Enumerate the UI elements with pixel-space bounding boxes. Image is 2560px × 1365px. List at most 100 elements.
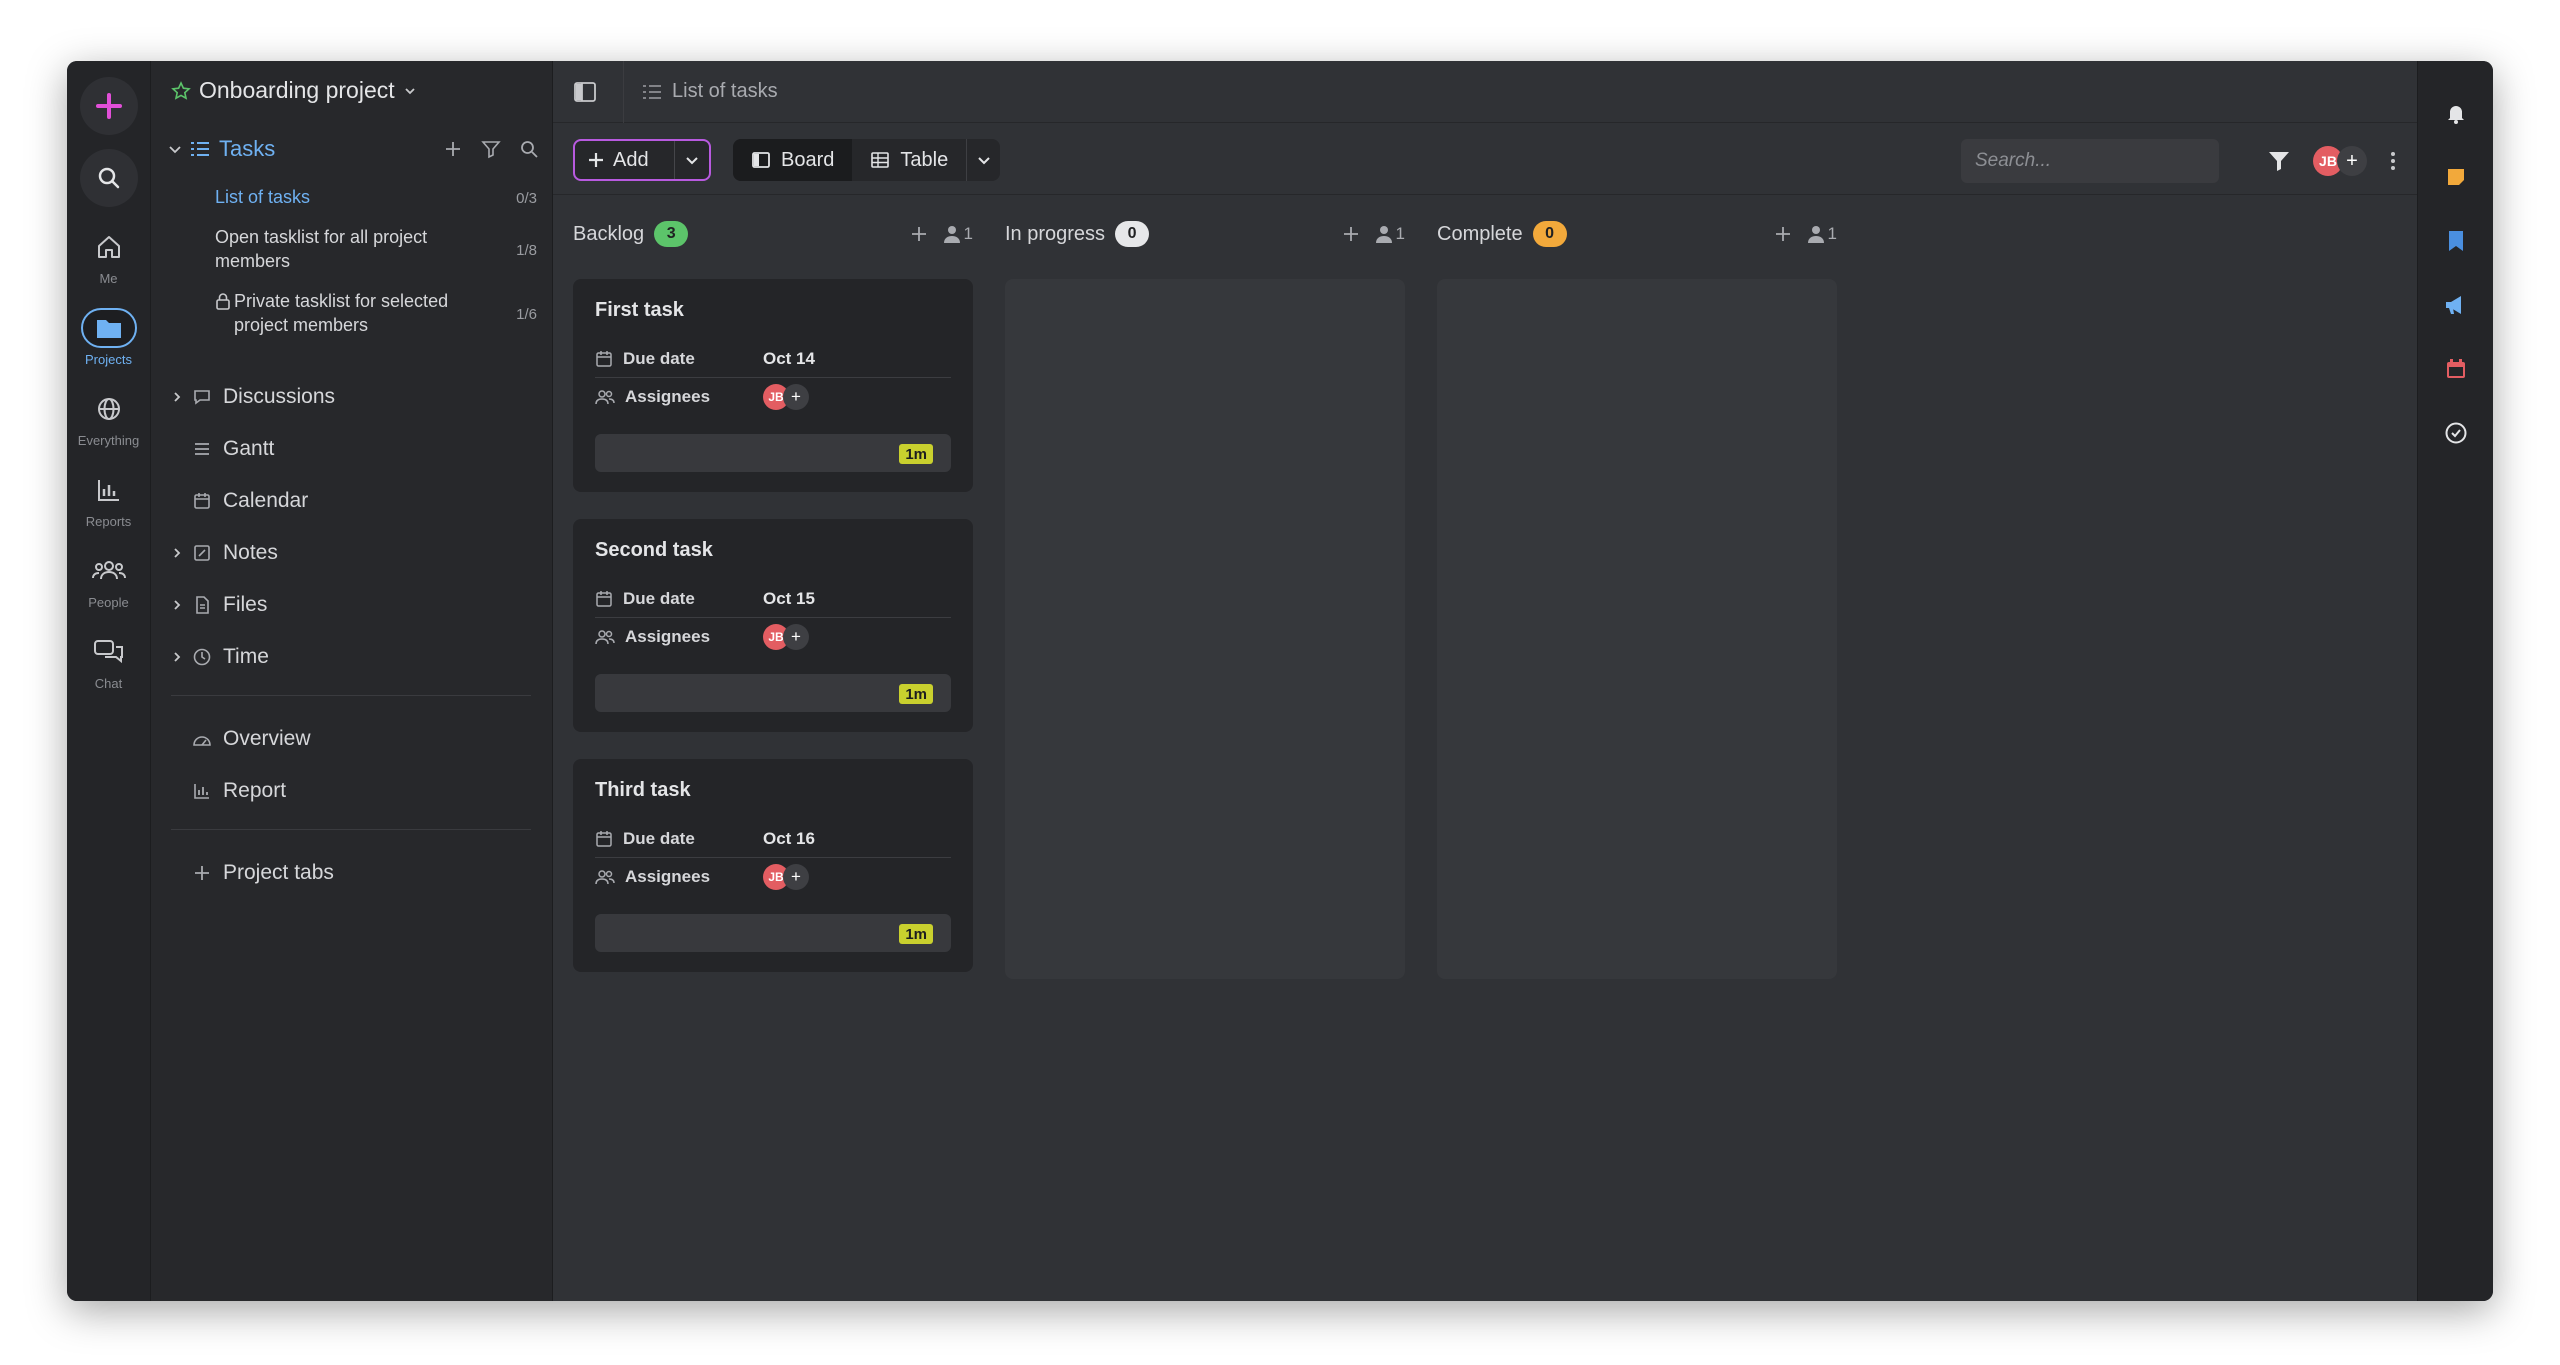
tasks-section[interactable]: Tasks [167,136,539,162]
rail-label: Everything [77,433,140,448]
board-label: Board [781,148,835,171]
board-view-button[interactable]: Board [733,139,853,181]
user-icon [943,226,960,243]
column-members[interactable]: 1 [1807,224,1837,244]
chevron-down-icon [686,157,698,165]
rail-item-people[interactable]: People [67,545,151,610]
due-date-row[interactable]: Due date Oct 15 [595,580,951,618]
rail-label: Me [99,271,118,286]
filter-icon[interactable] [2267,149,2291,173]
due-date-row[interactable]: Due date Oct 14 [595,340,951,378]
bookmarks-button[interactable] [2446,209,2466,273]
field-label: Assignees [625,387,711,406]
notifications-button[interactable] [2444,81,2468,145]
timer-button[interactable] [2444,401,2468,465]
add-task-button[interactable]: Add [575,141,675,179]
bar-chart-icon [194,784,209,799]
rail-item-projects[interactable]: Projects [67,302,151,367]
search-input[interactable]: Search... [1961,139,2219,183]
people-icon [595,870,615,885]
toolbar: Add Board Table Search... JB + [553,123,2417,195]
view-dropdown[interactable] [966,139,1000,181]
divider [171,829,531,830]
nav-discussions[interactable]: Discussions [167,379,539,415]
add-assignee-button[interactable]: + [783,624,809,650]
add-assignee-button[interactable]: + [783,864,809,890]
task-title[interactable]: Third task [595,779,951,802]
user-icon [1375,226,1392,243]
rail-item-everything[interactable]: Everything [67,383,151,448]
rail-item-chat[interactable]: Chat [67,626,151,691]
add-project-tab[interactable]: Project tabs [167,855,539,891]
nav-label: Notes [223,541,278,564]
task-card[interactable]: Third task Due date Oct 16 Assignees JB … [573,759,973,972]
more-vertical-icon[interactable] [2389,149,2397,173]
nav-overview[interactable]: Overview [167,721,539,757]
time-chip: 1m [899,684,933,704]
project-selector[interactable]: Onboarding project [171,77,417,104]
search-icon[interactable] [519,139,539,159]
global-search-button[interactable] [79,149,138,207]
calendar-button[interactable] [2445,337,2467,401]
task-card[interactable]: First task Due date Oct 14 Assignees JB … [573,279,973,492]
assignees-row[interactable]: Assignees JB + [595,618,951,656]
add-assignee-button[interactable]: + [783,384,809,410]
column-members[interactable]: 1 [1375,224,1405,244]
filter-icon[interactable] [481,139,501,159]
add-task-icon[interactable] [1342,225,1360,243]
task-card[interactable]: Second task Due date Oct 15 Assignees JB… [573,519,973,732]
rail-item-reports[interactable]: Reports [67,464,151,529]
tasklist-open[interactable]: Open tasklist for all project members 1/… [215,225,551,273]
calendar-icon [596,350,612,367]
rail-item-me[interactable]: Me [67,221,151,286]
add-task-icon[interactable] [1774,225,1792,243]
task-title[interactable]: Second task [595,539,951,562]
nav-gantt[interactable]: Gantt [167,431,539,467]
members-group[interactable]: JB + [2313,146,2367,176]
column-members[interactable]: 1 [943,224,973,244]
home-icon [97,236,120,258]
notes-icon [194,545,210,561]
folder-icon [96,320,121,338]
calendar-icon [2446,359,2465,378]
breadcrumb-text: List of tasks [672,80,778,102]
tasks-label: Tasks [219,136,276,161]
time-tracker[interactable]: 1m [595,674,951,712]
members-count: 1 [1395,224,1405,243]
table-label: Table [900,148,949,171]
task-title[interactable]: First task [595,299,951,322]
announcements-button[interactable] [2443,273,2469,337]
add-button[interactable]: Add [573,139,711,181]
tasklist-name: Open tasklist for all project members [215,227,428,271]
add-tasklist-icon[interactable] [443,139,463,159]
time-tracker[interactable]: 1m [595,434,951,472]
nav-time[interactable]: Time [167,639,539,675]
view-switcher: Board Table [733,139,1001,181]
nav-report[interactable]: Report [167,773,539,809]
nav-calendar[interactable]: Calendar [167,483,539,519]
add-member-button[interactable]: + [2337,146,2367,176]
chevron-right-icon[interactable] [170,650,184,664]
chevron-right-icon[interactable] [170,598,184,612]
time-tracker[interactable]: 1m [595,914,951,952]
table-view-button[interactable]: Table [852,139,966,181]
sticky-notes-button[interactable] [2445,145,2467,209]
nav-files[interactable]: Files [167,587,539,623]
assignees-row[interactable]: Assignees JB + [595,378,951,416]
sidebar-toggle-icon[interactable] [573,81,597,103]
assignees-row[interactable]: Assignees JB + [595,858,951,896]
nav-notes[interactable]: Notes [167,535,539,571]
tasklist-list-of-tasks[interactable]: List of tasks 0/3 [215,185,551,209]
tasklist-private[interactable]: Private tasklist for selected project me… [215,289,551,337]
due-date-row[interactable]: Due date Oct 16 [595,820,951,858]
add-dropdown[interactable] [675,152,709,168]
chevron-right-icon[interactable] [170,546,184,560]
chevron-right-icon[interactable] [170,390,184,404]
chevron-down-icon[interactable] [167,141,183,157]
add-task-icon[interactable] [910,225,928,243]
rail-label: Reports [85,514,132,529]
project-sidebar: Onboarding project Tasks List of tasks 0… [151,61,553,1301]
field-label: Assignees [625,627,711,646]
create-button[interactable] [79,77,138,135]
time-chip: 1m [899,924,933,944]
